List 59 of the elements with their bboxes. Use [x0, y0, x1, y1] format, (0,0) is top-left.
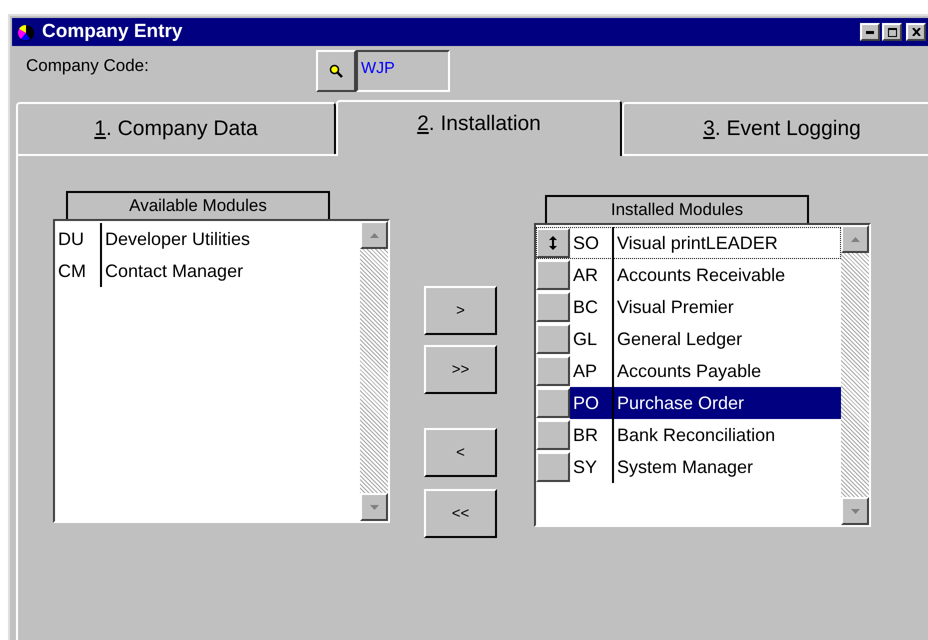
row-selector[interactable] — [536, 388, 570, 418]
minimize-icon — [866, 30, 874, 34]
lookup-button[interactable] — [316, 50, 356, 92]
module-name[interactable]: Visual printLEADER — [614, 227, 841, 259]
module-code: BR — [570, 419, 614, 451]
list-header: Installed Modules — [545, 195, 809, 223]
scroll-up-button[interactable] — [841, 225, 869, 253]
down-arrow-icon — [850, 508, 860, 514]
module-name[interactable]: Purchase Order — [614, 387, 841, 419]
scroll-up-button[interactable] — [360, 221, 388, 249]
installed-modules-list[interactable]: SO Visual printLEADER AR Accounts Receivable BC Visual Premier GL General Ledger AP Accounts Payable PO Purchase Order BR Bank Reconciliation SY System Manager — [534, 223, 871, 527]
module-name[interactable]: Visual Premier — [614, 291, 841, 323]
available-modules-list[interactable]: DU Developer Utilities CM Contact Manager — [53, 219, 390, 523]
module-code: DU — [55, 223, 102, 255]
module-code: BC — [570, 291, 614, 323]
module-code: AR — [570, 259, 614, 291]
down-arrow-icon — [370, 504, 378, 510]
move-button[interactable]: >> — [424, 345, 497, 394]
up-down-arrow-icon — [549, 236, 557, 250]
company-code-label: Company Code: — [26, 56, 150, 76]
module-name[interactable]: Accounts Payable — [614, 355, 841, 387]
row-selector[interactable] — [536, 260, 570, 290]
up-arrow-icon — [850, 236, 860, 242]
close-button[interactable] — [906, 23, 926, 41]
row-selector[interactable] — [536, 292, 570, 322]
minimize-button[interactable] — [860, 23, 880, 41]
tab[interactable]: 3. Event Logging — [622, 102, 928, 154]
module-name[interactable]: System Manager — [614, 451, 841, 483]
maximize-button[interactable] — [882, 23, 902, 41]
app-logo-icon — [16, 22, 36, 42]
module-name[interactable]: General Ledger — [614, 323, 841, 355]
scroll-down-button[interactable] — [360, 493, 388, 521]
row-selector[interactable] — [536, 420, 570, 450]
move-button[interactable]: << — [424, 489, 497, 538]
module-code: SO — [570, 227, 614, 259]
module-code: GL — [570, 323, 614, 355]
tab[interactable]: 1. Company Data — [16, 102, 336, 154]
module-name[interactable]: Accounts Receivable — [614, 259, 841, 291]
move-button[interactable]: > — [424, 286, 497, 335]
module-code: PO — [570, 387, 614, 419]
module-code: SY — [570, 451, 614, 483]
module-name[interactable]: Developer Utilities — [102, 223, 360, 255]
scroll-down-button[interactable] — [841, 497, 869, 525]
row-selector[interactable] — [536, 324, 570, 354]
maximize-icon — [888, 28, 896, 36]
module-code: CM — [55, 255, 102, 287]
row-selector[interactable] — [536, 228, 570, 258]
module-name[interactable]: Bank Reconciliation — [614, 419, 841, 451]
move-button[interactable]: < — [424, 428, 497, 477]
tab[interactable]: 2. Installation — [336, 100, 622, 156]
module-name[interactable]: Contact Manager — [102, 255, 360, 287]
close-icon — [912, 28, 920, 36]
search-icon — [329, 64, 343, 78]
row-selector[interactable] — [536, 356, 570, 386]
row-selector[interactable] — [536, 452, 570, 482]
company-code-field[interactable]: WJP — [356, 50, 450, 92]
up-arrow-icon — [370, 232, 378, 238]
list-header: Available Modules — [66, 191, 330, 219]
window-title: Company Entry — [42, 21, 182, 43]
